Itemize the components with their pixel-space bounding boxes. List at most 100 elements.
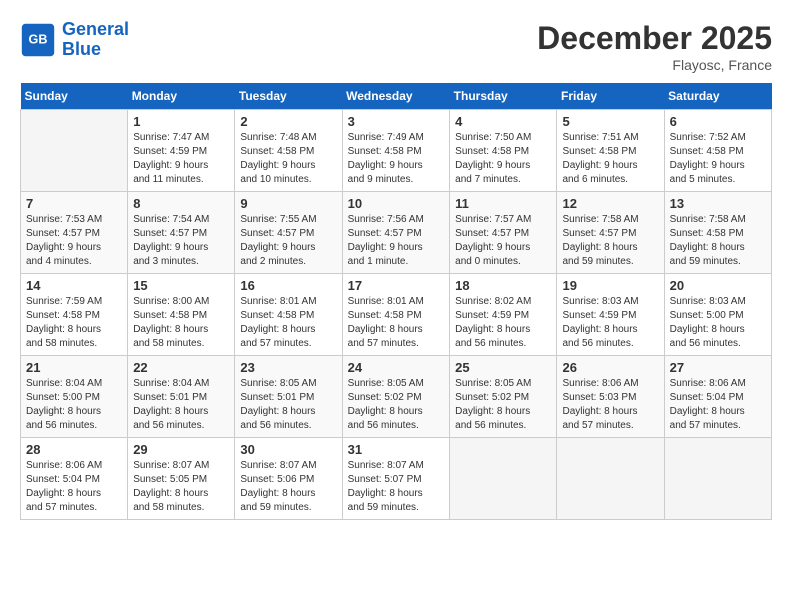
logo: GB General Blue	[20, 20, 129, 60]
month-title: December 2025	[537, 20, 772, 57]
day-number: 5	[562, 114, 658, 129]
weekday-header-wednesday: Wednesday	[342, 83, 450, 110]
calendar-cell: 19Sunrise: 8:03 AM Sunset: 4:59 PM Dayli…	[557, 274, 664, 356]
calendar-cell: 14Sunrise: 7:59 AM Sunset: 4:58 PM Dayli…	[21, 274, 128, 356]
calendar-cell: 8 Sunrise: 7:54 AM Sunset: 4:57 PM Daylig…	[128, 192, 235, 274]
day-number: 27	[670, 360, 766, 375]
day-info: Sunrise: 7:51 AM Sunset: 4:58 PM Dayligh…	[562, 131, 658, 187]
calendar-cell: 30 Sunrise: 8:07 AM Sunset: 5:06 PM Dayli…	[235, 438, 342, 520]
day-info: Sunrise: 8:04 AM Sunset: 5:00 PM Dayligh…	[26, 377, 122, 433]
day-info: Sunrise: 7:47 AM Sunset: 4:59 PM Dayligh…	[133, 131, 229, 187]
day-info: Sunrise: 8:00 AM Sunset: 4:58 PM Dayligh…	[133, 295, 229, 351]
logo-icon: GB	[20, 22, 56, 58]
calendar-cell: 21 Sunrise: 8:04 AM Sunset: 5:00 PM Dayli…	[21, 356, 128, 438]
day-number: 26	[562, 360, 658, 375]
calendar-cell: 6 Sunrise: 7:52 AM Sunset: 4:58 PM Daylig…	[664, 110, 771, 192]
calendar-cell	[664, 438, 771, 520]
day-number: 1	[133, 114, 229, 129]
day-info: Sunrise: 7:55 AM Sunset: 4:57 PM Dayligh…	[240, 213, 336, 269]
day-number: 30	[240, 442, 336, 457]
day-info: Sunrise: 8:06 AM Sunset: 5:03 PM Dayligh…	[562, 377, 658, 433]
day-number: 4	[455, 114, 551, 129]
calendar-cell	[450, 438, 557, 520]
day-info: Sunrise: 7:52 AM Sunset: 4:58 PM Dayligh…	[670, 131, 766, 187]
day-info: Sunrise: 8:06 AM Sunset: 5:04 PM Dayligh…	[26, 459, 122, 515]
calendar-cell: 7 Sunrise: 7:53 AM Sunset: 4:57 PM Daylig…	[21, 192, 128, 274]
day-number: 13	[670, 196, 766, 211]
calendar-cell: 17 Sunrise: 8:01 AM Sunset: 4:58 PM Dayli…	[342, 274, 450, 356]
day-info: Sunrise: 7:59 AM Sunset: 4:58 PM Dayligh…	[26, 295, 122, 351]
calendar-cell: 18 Sunrise: 8:02 AM Sunset: 4:59 PM Dayli…	[450, 274, 557, 356]
calendar-cell: 28 Sunrise: 8:06 AM Sunset: 5:04 PM Dayli…	[21, 438, 128, 520]
week-row-3: 14Sunrise: 7:59 AM Sunset: 4:58 PM Dayli…	[21, 274, 772, 356]
calendar-cell: 20 Sunrise: 8:03 AM Sunset: 5:00 PM Dayli…	[664, 274, 771, 356]
day-info: Sunrise: 7:48 AM Sunset: 4:58 PM Dayligh…	[240, 131, 336, 187]
weekday-header-tuesday: Tuesday	[235, 83, 342, 110]
day-info: Sunrise: 8:06 AM Sunset: 5:04 PM Dayligh…	[670, 377, 766, 433]
day-number: 23	[240, 360, 336, 375]
weekday-header-saturday: Saturday	[664, 83, 771, 110]
calendar-cell: 16 Sunrise: 8:01 AM Sunset: 4:58 PM Dayli…	[235, 274, 342, 356]
calendar-table: SundayMondayTuesdayWednesdayThursdayFrid…	[20, 83, 772, 520]
calendar-cell: 29Sunrise: 8:07 AM Sunset: 5:05 PM Dayli…	[128, 438, 235, 520]
day-info: Sunrise: 7:54 AM Sunset: 4:57 PM Dayligh…	[133, 213, 229, 269]
day-info: Sunrise: 7:56 AM Sunset: 4:57 PM Dayligh…	[348, 213, 445, 269]
calendar-cell: 5 Sunrise: 7:51 AM Sunset: 4:58 PM Daylig…	[557, 110, 664, 192]
day-info: Sunrise: 8:01 AM Sunset: 4:58 PM Dayligh…	[240, 295, 336, 351]
day-number: 17	[348, 278, 445, 293]
day-info: Sunrise: 7:58 AM Sunset: 4:57 PM Dayligh…	[562, 213, 658, 269]
day-info: Sunrise: 8:07 AM Sunset: 5:07 PM Dayligh…	[348, 459, 445, 515]
day-info: Sunrise: 8:07 AM Sunset: 5:06 PM Dayligh…	[240, 459, 336, 515]
calendar-cell: 26 Sunrise: 8:06 AM Sunset: 5:03 PM Dayli…	[557, 356, 664, 438]
calendar-cell: 25 Sunrise: 8:05 AM Sunset: 5:02 PM Dayli…	[450, 356, 557, 438]
day-info: Sunrise: 7:58 AM Sunset: 4:58 PM Dayligh…	[670, 213, 766, 269]
week-row-1: 1 Sunrise: 7:47 AM Sunset: 4:59 PM Daylig…	[21, 110, 772, 192]
calendar-cell: 2Sunrise: 7:48 AM Sunset: 4:58 PM Daylig…	[235, 110, 342, 192]
weekday-header-friday: Friday	[557, 83, 664, 110]
day-info: Sunrise: 7:50 AM Sunset: 4:58 PM Dayligh…	[455, 131, 551, 187]
calendar-cell: 23 Sunrise: 8:05 AM Sunset: 5:01 PM Dayli…	[235, 356, 342, 438]
day-number: 8	[133, 196, 229, 211]
day-number: 20	[670, 278, 766, 293]
day-info: Sunrise: 8:05 AM Sunset: 5:01 PM Dayligh…	[240, 377, 336, 433]
day-number: 29	[133, 442, 229, 457]
page-header: GB General Blue December 2025 Flayosc, F…	[20, 20, 772, 73]
svg-text:GB: GB	[29, 32, 48, 46]
calendar-cell	[557, 438, 664, 520]
title-block: December 2025 Flayosc, France	[537, 20, 772, 73]
day-info: Sunrise: 8:05 AM Sunset: 5:02 PM Dayligh…	[348, 377, 445, 433]
location-subtitle: Flayosc, France	[537, 57, 772, 73]
day-number: 6	[670, 114, 766, 129]
calendar-cell: 1 Sunrise: 7:47 AM Sunset: 4:59 PM Daylig…	[128, 110, 235, 192]
day-info: Sunrise: 7:57 AM Sunset: 4:57 PM Dayligh…	[455, 213, 551, 269]
day-info: Sunrise: 8:03 AM Sunset: 5:00 PM Dayligh…	[670, 295, 766, 351]
calendar-cell: 27 Sunrise: 8:06 AM Sunset: 5:04 PM Dayli…	[664, 356, 771, 438]
day-info: Sunrise: 8:01 AM Sunset: 4:58 PM Dayligh…	[348, 295, 445, 351]
calendar-cell: 10Sunrise: 7:56 AM Sunset: 4:57 PM Dayli…	[342, 192, 450, 274]
weekday-header-thursday: Thursday	[450, 83, 557, 110]
day-number: 28	[26, 442, 122, 457]
day-info: Sunrise: 8:04 AM Sunset: 5:01 PM Dayligh…	[133, 377, 229, 433]
day-number: 25	[455, 360, 551, 375]
calendar-cell: 15Sunrise: 8:00 AM Sunset: 4:58 PM Dayli…	[128, 274, 235, 356]
day-number: 7	[26, 196, 122, 211]
weekday-header-monday: Monday	[128, 83, 235, 110]
weekday-header-sunday: Sunday	[21, 83, 128, 110]
calendar-cell	[21, 110, 128, 192]
day-number: 16	[240, 278, 336, 293]
day-number: 11	[455, 196, 551, 211]
day-info: Sunrise: 7:53 AM Sunset: 4:57 PM Dayligh…	[26, 213, 122, 269]
day-number: 21	[26, 360, 122, 375]
calendar-cell: 9Sunrise: 7:55 AM Sunset: 4:57 PM Daylig…	[235, 192, 342, 274]
calendar-cell: 11 Sunrise: 7:57 AM Sunset: 4:57 PM Dayli…	[450, 192, 557, 274]
day-info: Sunrise: 8:02 AM Sunset: 4:59 PM Dayligh…	[455, 295, 551, 351]
day-number: 18	[455, 278, 551, 293]
day-info: Sunrise: 8:05 AM Sunset: 5:02 PM Dayligh…	[455, 377, 551, 433]
week-row-4: 21 Sunrise: 8:04 AM Sunset: 5:00 PM Dayli…	[21, 356, 772, 438]
weekday-header-row: SundayMondayTuesdayWednesdayThursdayFrid…	[21, 83, 772, 110]
logo-text: General Blue	[62, 20, 129, 60]
day-number: 31	[348, 442, 445, 457]
calendar-cell: 22Sunrise: 8:04 AM Sunset: 5:01 PM Dayli…	[128, 356, 235, 438]
day-number: 12	[562, 196, 658, 211]
day-number: 3	[348, 114, 445, 129]
